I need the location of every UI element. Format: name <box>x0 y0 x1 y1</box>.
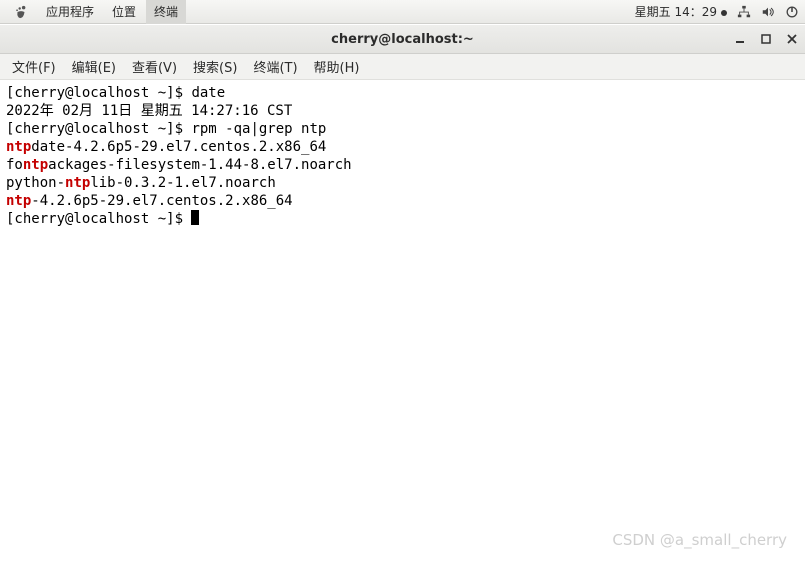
menu-view[interactable]: 查看(V) <box>124 54 185 80</box>
output-text: date-4.2.6p5-29.el7.centos.2.x86_64 <box>31 139 326 155</box>
menu-help[interactable]: 帮助(H) <box>306 54 368 80</box>
clock[interactable]: 星期五 14：29 <box>635 3 727 20</box>
grep-match: ntp <box>23 157 48 173</box>
terminal-line: [cherry@localhost ~]$ rpm -qa|grep ntp <box>6 120 799 138</box>
window-titlebar[interactable]: cherry@localhost:~ <box>0 24 805 54</box>
power-icon[interactable] <box>785 5 799 19</box>
menu-search[interactable]: 搜索(S) <box>185 54 245 80</box>
clock-text: 星期五 14：29 <box>635 5 717 19</box>
output-text: ackages-filesystem-1.44-8.el7.noarch <box>48 157 351 173</box>
prompt: [cherry@localhost ~]$ <box>6 211 191 227</box>
output-text: python- <box>6 175 65 191</box>
gnome-logo-icon[interactable] <box>6 0 36 24</box>
terminal-line: python-ntplib-0.3.2-1.el7.noarch <box>6 174 799 192</box>
places-menu[interactable]: 位置 <box>104 0 144 24</box>
menu-file[interactable]: 文件(F) <box>4 54 64 80</box>
terminal-line: [cherry@localhost ~]$ <box>6 210 799 228</box>
prompt: [cherry@localhost ~]$ <box>6 85 191 101</box>
maximize-button[interactable] <box>759 32 773 46</box>
minimize-button[interactable] <box>733 32 747 46</box>
window-title: cherry@localhost:~ <box>331 32 474 47</box>
top-panel-left: 应用程序 位置 终端 <box>6 0 186 24</box>
cursor-icon <box>191 210 199 225</box>
terminal-line: ntpdate-4.2.6p5-29.el7.centos.2.x86_64 <box>6 138 799 156</box>
grep-match: ntp <box>6 139 31 155</box>
command-text: date <box>191 85 225 101</box>
menu-edit[interactable]: 编辑(E) <box>64 54 124 80</box>
watermark: CSDN @a_small_cherry <box>612 531 787 549</box>
prompt: [cherry@localhost ~]$ <box>6 121 191 137</box>
grep-match: ntp <box>65 175 90 191</box>
grep-match: ntp <box>6 193 31 209</box>
top-panel-right: 星期五 14：29 <box>635 3 799 20</box>
window-controls <box>733 25 799 53</box>
app-menubar: 文件(F) 编辑(E) 查看(V) 搜索(S) 终端(T) 帮助(H) <box>0 54 805 80</box>
terminal-line: [cherry@localhost ~]$ date <box>6 84 799 102</box>
output-text: -4.2.6p5-29.el7.centos.2.x86_64 <box>31 193 292 209</box>
terminal-line: ntp-4.2.6p5-29.el7.centos.2.x86_64 <box>6 192 799 210</box>
terminal-line: 2022年 02月 11日 星期五 14:27:16 CST <box>6 102 799 120</box>
command-text: rpm -qa|grep ntp <box>191 121 326 137</box>
output-text: fo <box>6 157 23 173</box>
terminal-app-indicator[interactable]: 终端 <box>146 0 186 24</box>
terminal-area[interactable]: [cherry@localhost ~]$ date 2022年 02月 11日… <box>0 80 805 563</box>
close-button[interactable] <box>785 32 799 46</box>
apps-menu[interactable]: 应用程序 <box>38 0 102 24</box>
desktop-top-panel: 应用程序 位置 终端 星期五 14：29 <box>0 0 805 24</box>
menu-terminal[interactable]: 终端(T) <box>245 54 305 80</box>
terminal-line: fontpackages-filesystem-1.44-8.el7.noarc… <box>6 156 799 174</box>
network-icon[interactable] <box>737 5 751 19</box>
notification-dot-icon <box>721 10 727 16</box>
volume-icon[interactable] <box>761 5 775 19</box>
output-text: lib-0.3.2-1.el7.noarch <box>90 175 275 191</box>
